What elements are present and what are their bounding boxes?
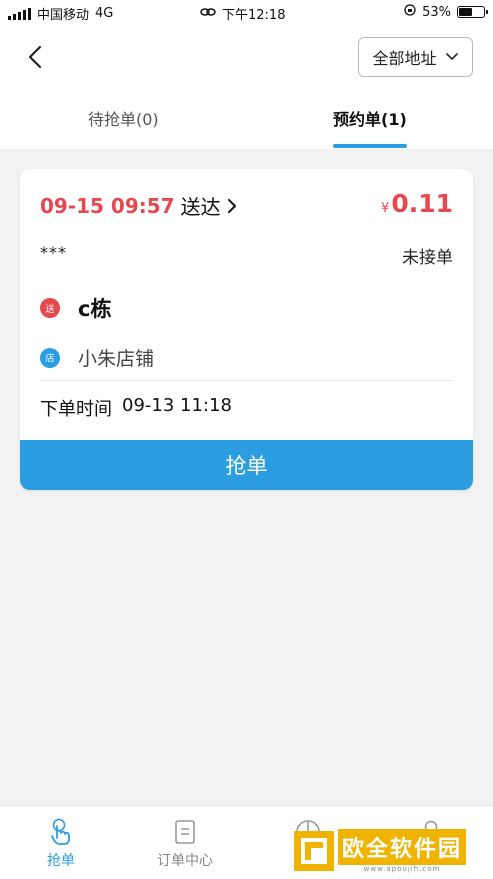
currency-symbol: ¥	[381, 201, 390, 216]
order-tabs: 待抢单(0) 预约单(1)	[0, 94, 493, 149]
address-filter-label: 全部地址	[372, 49, 437, 68]
back-button[interactable]	[20, 42, 50, 72]
link-icon	[200, 6, 216, 22]
chevron-left-icon	[28, 45, 42, 69]
nav-grab-label: 抢单	[47, 853, 75, 869]
clock: 下午12:18	[222, 8, 286, 23]
delivery-time-link[interactable]: 09-15 09:57 送达	[40, 191, 237, 220]
order-price: ¥ 0.11	[381, 189, 453, 218]
watermark: 欧全软件园 www.apoujih.com	[294, 829, 483, 873]
battery-icon	[457, 6, 488, 18]
watermark-text-block: 欧全软件园 www.apoujih.com	[338, 829, 467, 873]
status-center: 下午12:18	[200, 4, 285, 23]
send-badge: 送	[40, 298, 60, 318]
delivery-time: 09-15 09:57	[40, 193, 175, 218]
order-time-value: 09-13 11:18	[122, 395, 232, 416]
active-tab-indicator	[333, 144, 407, 148]
status-right: 53%	[404, 4, 488, 20]
network-type: 4G	[95, 6, 114, 21]
status-left: 中国移动 4G	[8, 4, 113, 23]
nav-order-center-label: 订单中心	[157, 853, 213, 869]
customer-name: ***	[40, 243, 67, 262]
signal-icon	[8, 7, 31, 20]
order-time-row: 下单时间 09-13 11:18	[40, 395, 232, 421]
shop-name: 小朱店铺	[78, 348, 155, 370]
hand-tap-icon	[51, 818, 70, 845]
shop-row: 店 小朱店铺	[40, 344, 154, 371]
destination-row: 送 c栋	[40, 293, 111, 323]
order-time-label: 下单时间	[40, 399, 112, 420]
price-amount: 0.11	[391, 189, 453, 218]
tab-pending[interactable]: 待抢单(0)	[88, 106, 159, 130]
grab-order-button[interactable]: 抢单	[20, 440, 473, 490]
shop-badge: 店	[40, 347, 60, 368]
order-status: 未接单	[402, 248, 453, 268]
nav-grab-orders[interactable]: 抢单	[16, 818, 106, 870]
battery-level	[459, 8, 472, 16]
delivery-label: 送达	[180, 195, 221, 219]
nav-order-center[interactable]: 订单中心	[140, 818, 230, 870]
watermark-url: www.apoujih.com	[363, 865, 441, 873]
battery-percent: 53%	[422, 4, 451, 20]
divider	[40, 380, 453, 381]
watermark-logo	[294, 831, 334, 871]
carrier-name: 中国移动	[37, 8, 90, 23]
address-filter-dropdown[interactable]: 全部地址	[358, 37, 473, 77]
chevron-right-icon	[227, 198, 236, 213]
header: 全部地址 待抢单(0) 预约单(1)	[0, 24, 493, 149]
watermark-text: 欧全软件园	[338, 829, 467, 865]
order-card[interactable]: 09-15 09:57 送达 ¥ 0.11 *** 未接单 送 c栋 店 小朱店…	[20, 169, 473, 490]
status-bar: 中国移动 4G 下午12:18 53%	[0, 0, 493, 24]
document-icon	[175, 820, 195, 844]
destination-name: c栋	[78, 297, 112, 321]
tab-reserved[interactable]: 预约单(1)	[333, 106, 407, 130]
chevron-down-icon	[445, 53, 458, 60]
rotation-lock-icon	[404, 4, 416, 20]
